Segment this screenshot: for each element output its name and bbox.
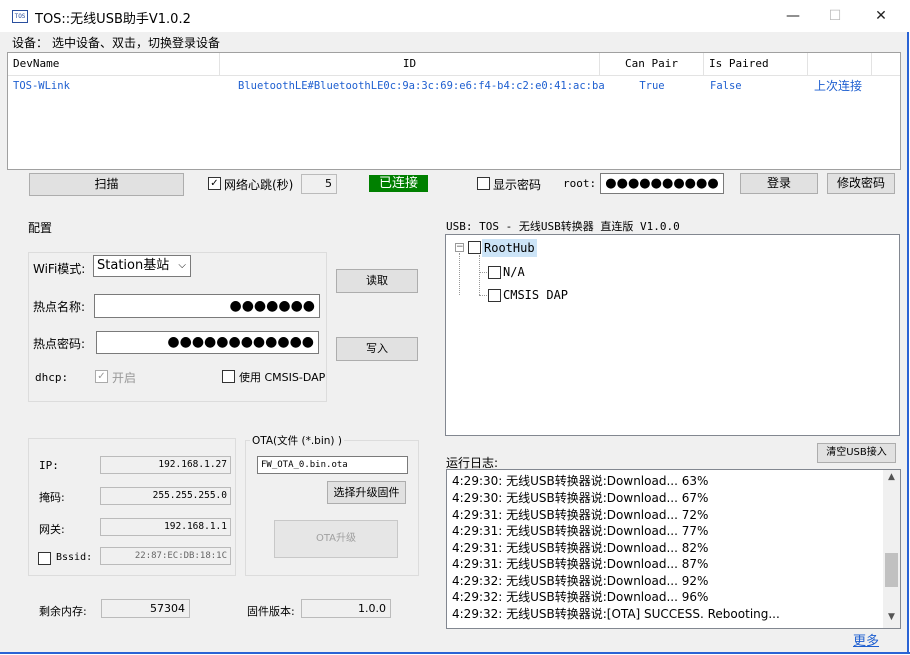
free-memory-field: 57304 [101, 599, 190, 618]
heartbeat-label: 网络心跳(秒) [224, 178, 294, 192]
change-password-button[interactable]: 修改密码 [827, 173, 895, 194]
log-line: 4:29:32: 无线USB转换器说:Download... 96% [452, 590, 709, 604]
tree-node-na[interactable]: N/A [503, 264, 525, 281]
column-header-devname[interactable]: DevName [8, 53, 220, 76]
devices-hint: 选中设备、双击，切换登录设备 [52, 36, 221, 50]
scroll-up-icon[interactable]: ▲ [883, 472, 900, 486]
ssid-field[interactable]: ●●●●●●● [94, 294, 320, 318]
tree-node-cmsis-dap[interactable]: CMSIS DAP [503, 287, 568, 304]
log-line: 4:29:31: 无线USB转换器说:Download... 72% [452, 508, 709, 522]
ota-file-field[interactable]: FW_OTA_0.bin.ota [257, 456, 408, 474]
more-link[interactable]: 更多 [853, 630, 879, 649]
login-password-field[interactable]: ●●●●●●●●●● [600, 173, 724, 194]
title-bar: TOS TOS::无线USB助手V1.0.2 — ☐ ✕ [0, 0, 910, 32]
chevron-down-icon: ⌵ [178, 260, 186, 271]
table-row[interactable]: TOS-WLink BluetoothLE#BluetoothLE0c:9a:3… [8, 76, 900, 95]
bssid-checkbox[interactable] [38, 552, 51, 565]
tree-line [459, 253, 460, 295]
free-memory-label: 剩余内存: [39, 605, 87, 618]
cell-is-paired: False [710, 80, 742, 92]
log-line: 4:29:31: 无线USB转换器说:Download... 87% [452, 557, 709, 571]
window-border-right [907, 32, 909, 654]
device-table[interactable]: DevName ID Can Pair Is Paired TOS-WLink … [7, 52, 901, 170]
dhcp-label: dhcp: [35, 371, 69, 384]
tree-line [479, 295, 487, 296]
roothub-checkbox[interactable] [468, 241, 481, 254]
wifi-password-field[interactable]: ●●●●●●●●●●●● [96, 331, 319, 354]
column-header-action [808, 53, 872, 76]
log-line: 4:29:32: 无线USB转换器说:Download... 92% [452, 574, 709, 588]
log-panel[interactable]: 4:29:30: 无线USB转换器说:Download... 63% 4:29:… [446, 469, 901, 629]
usb-tree[interactable]: − RootHub N/A CMSIS DAP [445, 234, 900, 436]
ota-title: OTA(文件 (*.bin) ) [250, 433, 344, 448]
ota-upgrade-button[interactable]: OTA升级 [274, 520, 398, 558]
clear-usb-button[interactable]: 清空USB接入 [817, 443, 896, 463]
devices-label: 设备： [12, 36, 49, 50]
wifi-password-label: 热点密码: [33, 337, 86, 351]
use-cmsis-label: 使用 CMSIS-DAP [239, 371, 326, 384]
log-scrollbar[interactable]: ▲ ▼ [883, 470, 900, 628]
tree-node-roothub[interactable]: RootHub [482, 239, 537, 257]
gateway-field[interactable]: 192.168.1.1 [100, 518, 231, 536]
read-button[interactable]: 读取 [336, 269, 418, 293]
ssid-label: 热点名称: [33, 300, 86, 314]
log-line: 4:29:30: 无线USB转换器说:Download... 67% [452, 491, 709, 505]
use-cmsis-checkbox[interactable] [222, 370, 235, 383]
mask-field[interactable]: 255.255.255.0 [100, 487, 231, 505]
config-title: 配置 [28, 221, 53, 235]
scan-button[interactable]: 扫描 [29, 173, 184, 196]
column-header-spacer [872, 53, 900, 76]
window-title: TOS::无线USB助手V1.0.2 [35, 12, 191, 27]
dhcp-checkbox[interactable]: ✓ [95, 370, 108, 383]
show-password-checkbox[interactable] [477, 177, 490, 190]
collapse-icon[interactable]: − [455, 243, 464, 252]
heartbeat-interval-field[interactable]: 5 [301, 174, 337, 194]
column-header-can-pair[interactable]: Can Pair [600, 53, 704, 76]
last-connected-link[interactable]: 上次连接 [814, 77, 862, 95]
column-header-id[interactable]: ID [220, 53, 600, 76]
gateway-label: 网关: [39, 523, 65, 536]
wifi-mode-value: Station基站 [97, 258, 170, 273]
minimize-button[interactable]: — [770, 4, 816, 28]
tree-line [479, 272, 487, 273]
dhcp-option-label: 开启 [112, 371, 137, 385]
window-border-bottom [0, 652, 910, 654]
bssid-label: Bssid: [56, 552, 93, 563]
ip-field[interactable]: 192.168.1.27 [100, 456, 231, 474]
mask-label: 掩码: [39, 491, 65, 504]
cell-can-pair: True [639, 80, 665, 92]
wifi-mode-label: WiFi模式: [33, 262, 86, 276]
tree-node-checkbox[interactable] [488, 266, 501, 279]
log-line: 4:29:31: 无线USB转换器说:Download... 77% [452, 524, 709, 538]
user-label: root: [563, 177, 597, 190]
login-button[interactable]: 登录 [740, 173, 818, 194]
scroll-thumb[interactable] [885, 553, 898, 587]
tree-line [479, 255, 480, 295]
cell-id: BluetoothLE#BluetoothLE0c:9a:3c:69:e6:f4… [238, 80, 605, 92]
bssid-field[interactable]: 22:87:EC:DB:18:1C [100, 547, 231, 565]
show-password-label: 显示密码 [493, 178, 542, 192]
firmware-version-field: 1.0.0 [301, 599, 391, 618]
ip-label: IP: [39, 459, 59, 472]
select-firmware-button[interactable]: 选择升级固件 [327, 481, 406, 504]
cell-devname: TOS-WLink [13, 80, 70, 92]
log-line: 4:29:32: 无线USB转换器说:[OTA] SUCCESS. Reboot… [452, 607, 780, 621]
log-line: 4:29:31: 无线USB转换器说:Download... 82% [452, 541, 709, 555]
log-line: 4:29:30: 无线USB转换器说:Download... 63% [452, 474, 709, 488]
close-button[interactable]: ✕ [858, 4, 904, 28]
usb-title: USB: TOS - 无线USB转换器 直连版 V1.0.0 [446, 220, 680, 233]
wifi-mode-select[interactable]: Station基站 ⌵ [93, 255, 191, 277]
firmware-version-label: 固件版本: [247, 605, 295, 618]
app-icon: TOS [12, 10, 28, 23]
maximize-button[interactable]: ☐ [812, 4, 858, 28]
column-header-is-paired[interactable]: Is Paired [704, 53, 808, 76]
tree-node-checkbox[interactable] [488, 289, 501, 302]
connection-status-badge: 已连接 [369, 175, 428, 192]
write-button[interactable]: 写入 [336, 337, 418, 361]
scroll-down-icon[interactable]: ▼ [883, 612, 900, 626]
heartbeat-checkbox[interactable]: ✓ [208, 177, 221, 190]
